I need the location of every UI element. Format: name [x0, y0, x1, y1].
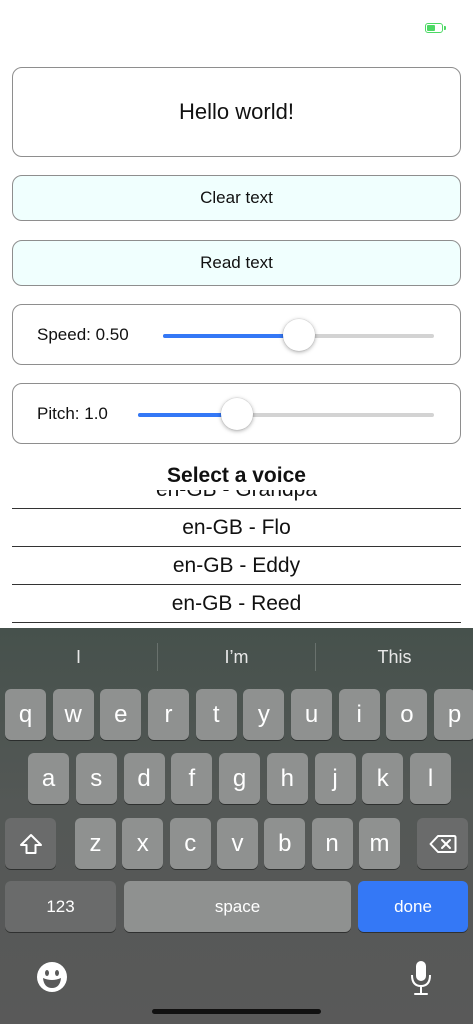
key-o[interactable]: o — [386, 689, 428, 740]
voice-picker[interactable]: en-GB - Grandpa en-GB - Flo en-GB - Eddy… — [12, 490, 461, 630]
text-display[interactable]: Hello world! — [12, 67, 461, 157]
numbers-key[interactable]: 123 — [5, 881, 116, 932]
key-z[interactable]: z — [75, 818, 116, 869]
key-g[interactable]: g — [219, 753, 260, 804]
key-r[interactable]: r — [148, 689, 189, 740]
key-n[interactable]: n — [311, 818, 353, 869]
key-j[interactable]: j — [314, 753, 356, 804]
pitch-label: Pitch: 1.0 — [37, 404, 108, 423]
suggestion-item[interactable]: This — [316, 628, 473, 686]
key-e[interactable]: e — [100, 689, 142, 740]
key-q[interactable]: q — [5, 689, 46, 740]
picker-title: Select a voice — [167, 464, 306, 487]
clear-text-label: Clear text — [200, 188, 273, 207]
key-k[interactable]: k — [362, 753, 404, 804]
home-indicator — [152, 1009, 321, 1014]
key-h[interactable]: h — [266, 753, 308, 804]
keyboard: I I’m This qwertyuiop asdfghjkl zxcvbnm 12… — [0, 628, 473, 1024]
speed-slider-fill — [163, 334, 299, 338]
suggestion-bar: I I’m This — [0, 628, 473, 686]
speed-label: Speed: 0.50 — [37, 325, 129, 344]
space-key[interactable]: space — [124, 881, 351, 932]
key-m[interactable]: m — [359, 818, 400, 869]
speed-control: Speed: 0.50 — [12, 304, 461, 365]
speed-slider-thumb[interactable] — [282, 319, 315, 351]
suggestion-item[interactable]: I — [0, 628, 157, 686]
key-l[interactable]: l — [410, 753, 451, 804]
key-a[interactable]: a — [28, 753, 69, 804]
key-f[interactable]: f — [171, 753, 213, 804]
backspace-icon — [429, 834, 456, 853]
voice-option[interactable]: en-GB - Eddy — [12, 548, 461, 585]
key-u[interactable]: u — [291, 689, 332, 740]
pitch-control: Pitch: 1.0 — [12, 383, 461, 444]
emoji-icon — [37, 962, 67, 992]
key-x[interactable]: x — [122, 818, 164, 869]
key-y[interactable]: y — [243, 689, 285, 740]
key-c[interactable]: c — [169, 818, 211, 869]
done-key[interactable]: done — [358, 881, 468, 932]
speed-slider[interactable] — [163, 319, 434, 351]
key-d[interactable]: d — [123, 753, 165, 804]
key-s[interactable]: s — [75, 753, 117, 804]
voice-option[interactable]: en-GB - Grandpa — [12, 490, 461, 509]
voice-option[interactable]: en-GB - Flo — [12, 510, 461, 547]
read-text-label: Read text — [200, 253, 273, 272]
dictation-button[interactable] — [410, 960, 432, 996]
clear-text-button[interactable]: Clear text — [12, 175, 461, 221]
text-display-value: Hello world! — [179, 99, 294, 124]
key-w[interactable]: w — [52, 689, 94, 740]
key-t[interactable]: t — [195, 689, 237, 740]
pitch-slider-thumb[interactable] — [220, 398, 253, 430]
key-v[interactable]: v — [217, 818, 258, 869]
key-b[interactable]: b — [264, 818, 306, 869]
battery-fill — [427, 25, 435, 31]
microphone-icon — [411, 961, 431, 995]
emoji-button[interactable] — [36, 961, 68, 993]
voice-option[interactable]: en-GB - Reed — [12, 586, 461, 623]
shift-icon — [19, 833, 42, 854]
backspace-key[interactable] — [417, 818, 468, 869]
battery-indicator — [425, 23, 446, 33]
suggestion-item[interactable]: I’m — [158, 628, 315, 686]
key-p[interactable]: p — [434, 689, 473, 740]
pitch-slider[interactable] — [138, 398, 434, 430]
key-i[interactable]: i — [338, 689, 380, 740]
read-text-button[interactable]: Read text — [12, 240, 461, 286]
shift-key[interactable] — [5, 818, 56, 869]
